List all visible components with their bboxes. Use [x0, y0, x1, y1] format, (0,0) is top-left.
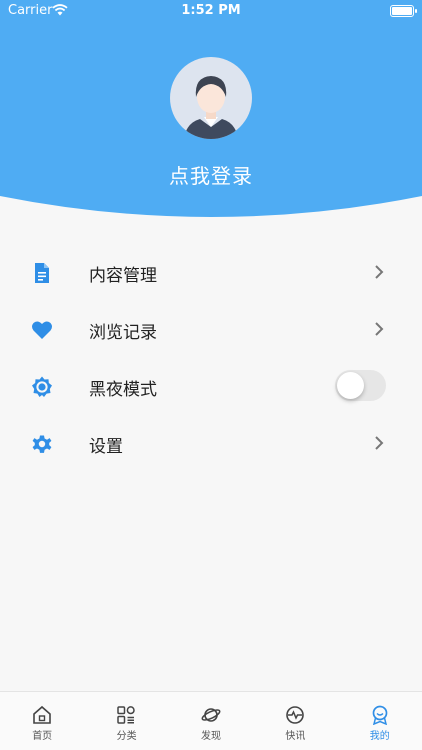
grid-icon [117, 706, 136, 724]
menu-item-label: 设置 [89, 437, 123, 457]
tab-bar: 首页 分类 发现 快讯 我的 [0, 691, 422, 750]
tab-label: 分类 [116, 731, 137, 742]
tab-label: 发现 [200, 731, 221, 742]
avatar-person-icon [184, 76, 238, 139]
profile-header: Carrier 1:52 PM 点我登录 [0, 0, 422, 222]
status-bar: Carrier 1:52 PM [0, 0, 422, 22]
menu-list: 内容管理 浏览记录 黑夜模式 设置 [0, 244, 422, 472]
tab-home[interactable]: 首页 [0, 692, 84, 750]
night-mode-toggle[interactable] [335, 370, 386, 401]
gear-icon [32, 435, 52, 453]
tab-discover[interactable]: 发现 [169, 692, 253, 750]
tab-label: 快讯 [285, 731, 306, 742]
battery-icon [390, 5, 417, 17]
status-time: 1:52 PM [181, 3, 241, 18]
chevron-right-icon [375, 322, 384, 336]
menu-item-settings[interactable]: 设置 [0, 415, 422, 472]
menu-item-browse-history[interactable]: 浏览记录 [0, 301, 422, 358]
menu-item-label: 内容管理 [89, 266, 157, 286]
chevron-right-icon [375, 436, 384, 450]
login-prompt[interactable]: 点我登录 [0, 160, 422, 189]
menu-item-label: 浏览记录 [89, 323, 157, 343]
document-icon [35, 263, 49, 283]
heart-icon [32, 321, 52, 339]
badge-icon [372, 705, 387, 725]
tab-category[interactable]: 分类 [84, 692, 168, 750]
menu-item-label: 黑夜模式 [89, 380, 157, 400]
home-icon [33, 705, 51, 724]
pulse-clock-icon [286, 706, 304, 724]
chevron-right-icon [375, 265, 384, 279]
menu-item-content-management[interactable]: 内容管理 [0, 244, 422, 301]
tab-label: 首页 [32, 731, 53, 742]
avatar[interactable] [170, 57, 252, 139]
tab-label: 我的 [369, 731, 390, 742]
tab-news-flash[interactable]: 快讯 [253, 692, 337, 750]
toggle-knob [337, 372, 364, 399]
planet-icon [201, 708, 221, 722]
menu-item-night-mode: 黑夜模式 [0, 358, 422, 415]
sun-gear-icon [32, 376, 52, 397]
tab-mine[interactable]: 我的 [338, 692, 422, 750]
